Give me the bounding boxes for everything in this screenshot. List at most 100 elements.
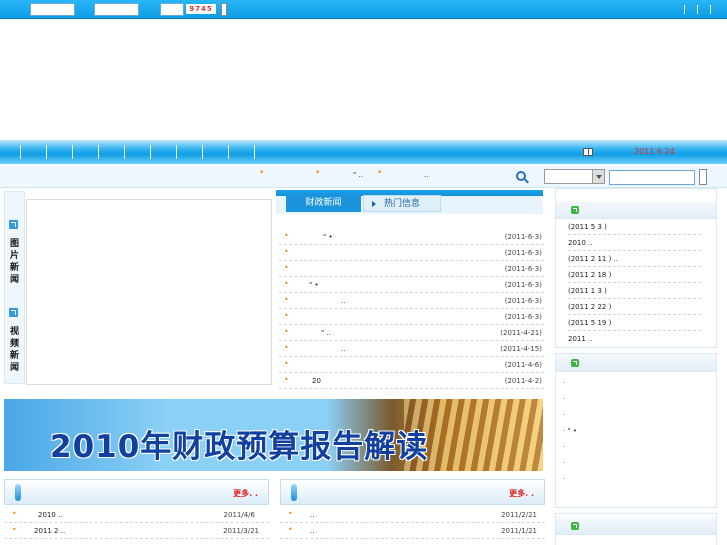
list-item[interactable]: • " • (2011-6-3)	[279, 229, 544, 245]
panel-header	[556, 201, 716, 219]
chevron-down-icon	[592, 170, 604, 183]
list-item[interactable]: ·	[563, 439, 703, 455]
list-item[interactable]: (2011 2 22 )	[568, 299, 701, 315]
list-item[interactable]: • .. 2011/2/21	[280, 507, 545, 523]
list-item[interactable]: (2011 1 3 )	[568, 283, 701, 299]
header-banner	[0, 19, 727, 140]
list-item[interactable]: • 2011 2 .. 2011/3/21	[4, 523, 269, 539]
search-button[interactable]	[699, 169, 707, 185]
right-panel-bottom	[555, 513, 717, 545]
nav-item[interactable]	[20, 145, 21, 159]
bullet-icon: •	[288, 509, 293, 518]
password-input[interactable]	[94, 3, 139, 16]
search-input[interactable]	[609, 170, 695, 185]
section-icon	[15, 484, 21, 501]
current-date: 2011 6 24	[634, 147, 675, 156]
tab-picture-news[interactable]: 图片新闻	[10, 238, 20, 286]
list-item[interactable]: (2011 5 19 )	[568, 315, 701, 331]
list-item[interactable]: (2011 2 11 ) ..	[568, 251, 701, 267]
nav-item[interactable]	[72, 145, 73, 159]
section-header-left: 更多. .	[4, 479, 269, 505]
bullet-icon: •	[284, 247, 289, 256]
list-item[interactable]: 2010 ..	[568, 235, 701, 251]
right-link-list: · · · · " • · · ·	[563, 375, 703, 487]
nav-item[interactable]	[254, 145, 255, 159]
more-link[interactable]: 更多. .	[233, 488, 258, 499]
nav-item[interactable]	[176, 145, 177, 159]
username-input[interactable]	[30, 3, 75, 16]
list-item[interactable]: · " •	[563, 423, 703, 439]
divider	[684, 5, 685, 14]
bullet-icon: •	[12, 509, 17, 518]
panel-header	[556, 354, 716, 372]
bullet-icon: •	[377, 168, 383, 178]
bottom-list-left: • 2010 .. 2011/4/6 • 2011 2 .. 2011/3/21	[4, 507, 269, 539]
list-item[interactable]: ·	[563, 391, 703, 407]
list-item[interactable]: • (2011-6-3)	[279, 261, 544, 277]
list-item[interactable]: • 20 (2011-4-2)	[279, 373, 544, 389]
arrow-icon	[571, 206, 579, 214]
list-item[interactable]: ·	[563, 471, 703, 487]
media-tabs: 图片新闻 视频新闻	[4, 191, 25, 384]
bullet-icon: •	[284, 279, 289, 288]
news-tabs: 财政新闻 热门信息	[276, 190, 543, 214]
list-item[interactable]: 2011 ..	[568, 331, 701, 347]
list-item[interactable]: ·	[563, 375, 703, 391]
nav-item[interactable]	[150, 145, 151, 159]
tab-video-news[interactable]: 视频新闻	[10, 326, 20, 374]
nav-item[interactable]	[98, 145, 99, 159]
list-item[interactable]: • 2010 .. 2011/4/6	[4, 507, 269, 523]
bullet-icon: •	[284, 359, 289, 368]
more-link[interactable]: 更多. .	[509, 488, 534, 499]
tab-hot-info[interactable]: 热门信息	[363, 195, 441, 212]
bullet-icon: •	[284, 295, 289, 304]
list-item[interactable]: • (2011-4-6)	[279, 357, 544, 373]
bullet-icon: •	[284, 311, 289, 320]
list-item[interactable]: ·	[563, 407, 703, 423]
list-item[interactable]: • (2011-6-3)	[279, 309, 544, 325]
budget-report-banner[interactable]: 2010年财政预算报告解读	[4, 399, 543, 471]
bullet-icon: •	[284, 263, 289, 272]
bullet-icon: •	[284, 343, 289, 352]
section-icon	[291, 484, 297, 501]
panel-header	[556, 517, 716, 535]
captcha-image[interactable]: 9745	[186, 4, 216, 14]
divider	[710, 5, 711, 14]
book-icon	[583, 148, 593, 156]
list-item[interactable]: • " .. (2011-4-21)	[279, 325, 544, 341]
nav-item[interactable]	[46, 145, 47, 159]
quick-link[interactable]: ..	[424, 171, 428, 179]
list-item[interactable]: •.. (2011-4-15)	[279, 341, 544, 357]
news-list: • " • (2011-6-3) • (2011-6-3) • (2011-6-3) •…	[279, 229, 544, 389]
arrow-icon	[571, 522, 579, 530]
nav-item[interactable]	[124, 145, 125, 159]
right-news-list: (2011 5 3 ) 2010 .. (2011 2 11 ) .. (201…	[568, 219, 701, 347]
list-item[interactable]: •.. (2011-6-3)	[279, 293, 544, 309]
captcha-input[interactable]	[160, 3, 184, 16]
search-category-select[interactable]	[544, 169, 605, 184]
list-item[interactable]: (2011 2 18 )	[568, 267, 701, 283]
list-item[interactable]: • " • (2011-6-3)	[279, 277, 544, 293]
nav-item[interactable]	[228, 145, 229, 159]
quick-link[interactable]: " ..	[353, 171, 363, 179]
bottom-list-right: • .. 2011/2/21 • .. 2011/1/21	[280, 507, 545, 539]
main-nav: 2011 6 24	[0, 140, 727, 164]
page: 9745 2011 6 24 • • " .. • .. 图片新闻 视频新闻 财…	[0, 0, 727, 545]
nav-item[interactable]	[202, 145, 203, 159]
bullet-icon: •	[12, 525, 17, 534]
list-item[interactable]: • (2011-6-3)	[279, 245, 544, 261]
bullet-icon: •	[288, 525, 293, 534]
divider	[697, 5, 698, 14]
section-header-right: 更多. .	[280, 479, 545, 505]
search-icon[interactable]	[516, 171, 526, 181]
bullet-icon: •	[259, 168, 265, 178]
login-button[interactable]	[221, 3, 227, 16]
bullet-icon: •	[284, 231, 289, 240]
list-item[interactable]: • .. 2011/1/21	[280, 523, 545, 539]
tab-finance-news[interactable]: 财政新闻	[286, 195, 361, 212]
bullet-icon: •	[315, 168, 321, 178]
list-item[interactable]: ·	[563, 455, 703, 471]
top-login-bar: 9745	[0, 0, 727, 19]
list-item[interactable]: (2011 5 3 )	[568, 219, 701, 235]
arrow-icon	[9, 308, 18, 317]
